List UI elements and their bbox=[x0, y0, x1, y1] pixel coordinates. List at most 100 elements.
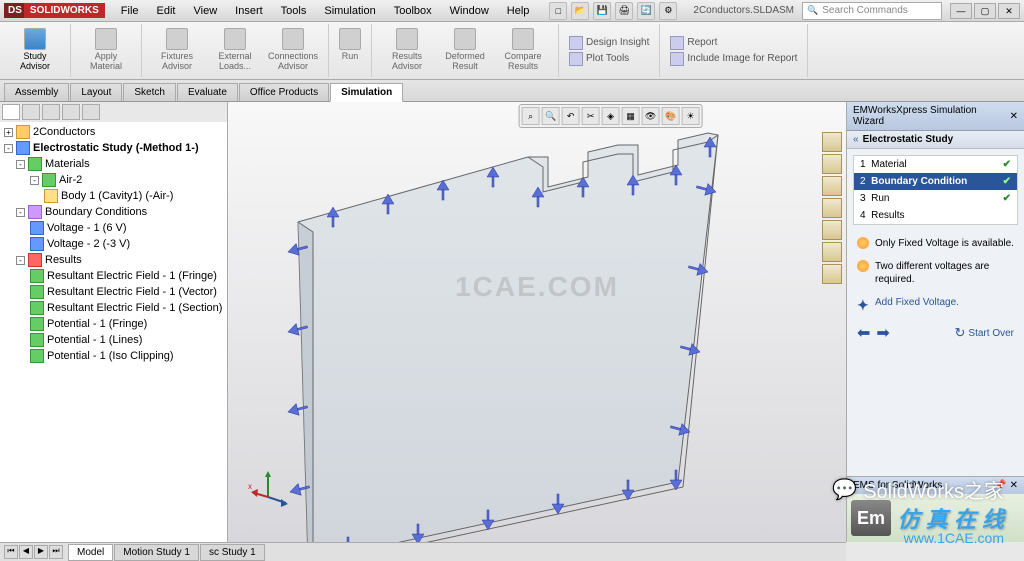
tab-simulation[interactable]: Simulation bbox=[330, 83, 403, 102]
tab-evaluate[interactable]: Evaluate bbox=[177, 83, 238, 101]
apply-material-button[interactable]: Apply Material bbox=[77, 26, 135, 74]
air-icon bbox=[42, 173, 56, 187]
study-advisor-button[interactable]: Study Advisor bbox=[6, 26, 64, 74]
viewport-watermark: 1CAE.COM bbox=[455, 271, 619, 303]
ems-logo: Em bbox=[851, 500, 891, 536]
resources-tab-icon[interactable] bbox=[822, 132, 842, 152]
menu-help[interactable]: Help bbox=[499, 3, 538, 19]
open-icon[interactable]: 📂 bbox=[571, 2, 589, 20]
tab-motion-study[interactable]: Motion Study 1 bbox=[114, 544, 199, 561]
assembly-icon bbox=[16, 125, 30, 139]
tab-nav-first[interactable]: ⏮ bbox=[4, 545, 18, 559]
material-icon bbox=[95, 28, 117, 50]
wizard-step-boundary[interactable]: 2 Boundary Condition✔ bbox=[854, 173, 1017, 190]
compare-button[interactable]: Compare Results bbox=[494, 26, 552, 74]
info-icon bbox=[857, 237, 869, 249]
options-icon[interactable]: ⚙ bbox=[659, 2, 677, 20]
maximize-button[interactable]: ▢ bbox=[974, 3, 996, 19]
menu-window[interactable]: Window bbox=[442, 3, 497, 19]
wizard-step-material[interactable]: 1 Material✔ bbox=[854, 156, 1017, 173]
expand-icon[interactable]: + bbox=[4, 128, 13, 137]
collapse-icon[interactable]: - bbox=[30, 176, 39, 185]
include-image-button[interactable]: Include Image for Report bbox=[666, 51, 801, 67]
tab-sc-study[interactable]: sc Study 1 bbox=[200, 544, 265, 561]
title-bar: DS SOLIDWORKS File Edit View Insert Tool… bbox=[0, 0, 1024, 22]
tree-tab-display[interactable] bbox=[62, 104, 80, 120]
add-voltage-link[interactable]: Add Fixed Voltage. bbox=[875, 296, 959, 309]
fixtures-button[interactable]: Fixtures Advisor bbox=[148, 26, 206, 74]
tree-tab-feature[interactable] bbox=[2, 104, 20, 120]
menu-edit[interactable]: Edit bbox=[149, 3, 184, 19]
appearances-tab-icon[interactable] bbox=[822, 220, 842, 240]
connections-button[interactable]: Connections Advisor bbox=[264, 26, 322, 74]
ems-pin-icon[interactable]: 📌 ✕ bbox=[994, 480, 1018, 491]
menu-insert[interactable]: Insert bbox=[227, 3, 271, 19]
file-explorer-tab-icon[interactable] bbox=[822, 176, 842, 196]
tree-tab-property[interactable] bbox=[22, 104, 40, 120]
results-icon bbox=[396, 28, 418, 50]
menu-view[interactable]: View bbox=[186, 3, 226, 19]
custom-props-tab-icon[interactable] bbox=[822, 242, 842, 262]
tab-sketch[interactable]: Sketch bbox=[123, 83, 176, 101]
command-tabs: Assembly Layout Sketch Evaluate Office P… bbox=[0, 80, 1024, 102]
search-input[interactable]: Search Commands bbox=[802, 2, 942, 20]
tab-layout[interactable]: Layout bbox=[70, 83, 122, 101]
menu-file[interactable]: File bbox=[113, 3, 147, 19]
view-palette-tab-icon[interactable] bbox=[822, 198, 842, 218]
design-insight-button[interactable]: Design Insight bbox=[565, 35, 653, 51]
wizard-step-results[interactable]: 4 Results bbox=[854, 207, 1017, 224]
menu-simulation[interactable]: Simulation bbox=[316, 3, 383, 19]
plot-icon bbox=[30, 317, 44, 331]
results-advisor-button[interactable]: Results Advisor bbox=[378, 26, 436, 74]
results-folder-icon bbox=[28, 253, 42, 267]
model-geometry bbox=[238, 112, 818, 542]
wizard-step-run[interactable]: 3 Run✔ bbox=[854, 190, 1017, 207]
tree-tab-ems[interactable] bbox=[82, 104, 100, 120]
tab-assembly[interactable]: Assembly bbox=[4, 83, 69, 101]
start-over-link[interactable]: Start Over bbox=[955, 325, 1014, 341]
tab-model[interactable]: Model bbox=[68, 544, 113, 561]
materials-icon bbox=[28, 157, 42, 171]
tree-tab-config[interactable] bbox=[42, 104, 60, 120]
wizard-next-button[interactable]: ➡ bbox=[876, 323, 889, 343]
deformed-button[interactable]: Deformed Result bbox=[436, 26, 494, 74]
collapse-icon[interactable]: - bbox=[4, 144, 13, 153]
plot-icon bbox=[30, 269, 44, 283]
tab-nav-last[interactable]: ⏭ bbox=[49, 545, 63, 559]
wizard-close-icon[interactable]: ✕ bbox=[1010, 111, 1018, 122]
wizard-prev-button[interactable]: ⬅ bbox=[857, 323, 870, 343]
add-icon: ✦ bbox=[857, 296, 869, 308]
plot-tools-button[interactable]: Plot Tools bbox=[565, 51, 633, 67]
menu-toolbox[interactable]: Toolbox bbox=[386, 3, 440, 19]
design-library-tab-icon[interactable] bbox=[822, 154, 842, 174]
minimize-button[interactable]: — bbox=[950, 3, 972, 19]
wizard-subtitle: Electrostatic Study bbox=[847, 131, 1024, 149]
external-loads-button[interactable]: External Loads... bbox=[206, 26, 264, 74]
feature-tree[interactable]: +2Conductors -Electrostatic Study (-Meth… bbox=[0, 122, 227, 542]
plot-icon bbox=[30, 285, 44, 299]
ems-tab-icon[interactable] bbox=[822, 264, 842, 284]
collapse-icon[interactable]: - bbox=[16, 208, 25, 217]
run-icon bbox=[339, 28, 361, 50]
close-button[interactable]: ✕ bbox=[998, 3, 1020, 19]
menu-bar: File Edit View Insert Tools Simulation T… bbox=[113, 3, 538, 19]
graphics-viewport[interactable]: ⌕ 🔍 ↶ ✂ ◈ ▦ 👁 🎨 ☀ bbox=[228, 102, 846, 542]
rebuild-icon[interactable]: 🔄 bbox=[637, 2, 655, 20]
save-icon[interactable]: 💾 bbox=[593, 2, 611, 20]
menu-tools[interactable]: Tools bbox=[273, 3, 315, 19]
info-icon bbox=[857, 260, 869, 272]
report-button[interactable]: Report bbox=[666, 35, 721, 51]
collapse-icon[interactable]: - bbox=[16, 256, 25, 265]
tab-nav-prev[interactable]: ◀ bbox=[19, 545, 33, 559]
image-icon bbox=[670, 52, 684, 66]
new-icon[interactable]: □ bbox=[549, 2, 567, 20]
run-button[interactable]: Run bbox=[335, 26, 365, 64]
study-icon bbox=[16, 141, 30, 155]
deformed-icon bbox=[454, 28, 476, 50]
tab-nav-next[interactable]: ▶ bbox=[34, 545, 48, 559]
tab-office[interactable]: Office Products bbox=[239, 83, 329, 101]
orientation-triad[interactable]: x bbox=[248, 467, 288, 507]
print-icon[interactable]: 🖨 bbox=[615, 2, 633, 20]
collapse-icon[interactable]: - bbox=[16, 160, 25, 169]
body-icon bbox=[44, 189, 58, 203]
